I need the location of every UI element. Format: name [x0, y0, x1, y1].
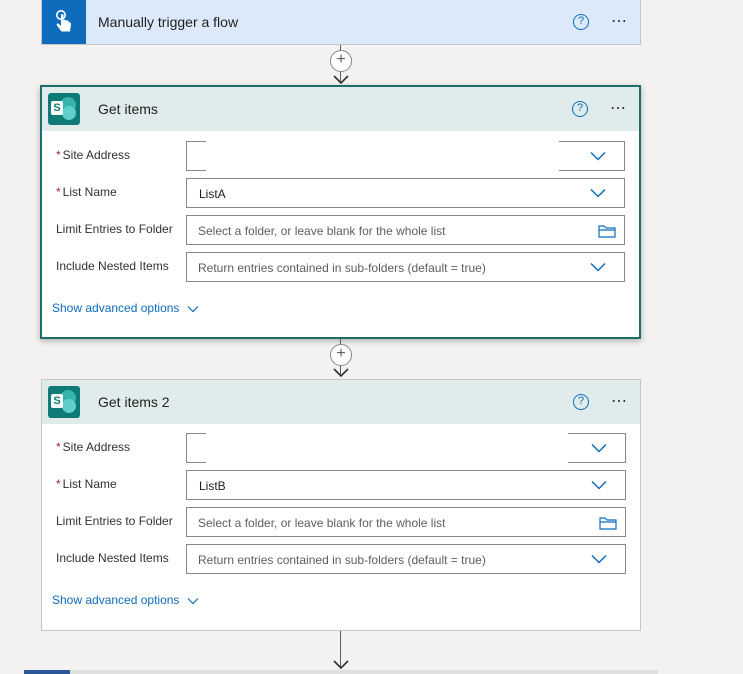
sharepoint-icon: S	[42, 87, 86, 131]
site-address-input[interactable]	[186, 433, 206, 463]
trigger-header[interactable]: Manually trigger a flow ? ⋯	[42, 0, 640, 44]
list-name-label: * List Name	[56, 185, 117, 199]
list-name-label: * List Name	[56, 477, 117, 491]
list-name-value: ListA	[199, 187, 226, 201]
limit-folder-placeholder: Select a folder, or leave blank for the …	[198, 516, 446, 530]
site-address-row: * Site Address	[42, 433, 640, 463]
chevron-down-icon[interactable]	[591, 480, 607, 490]
more-options-icon[interactable]: ⋯	[611, 13, 628, 29]
site-address-dropdown[interactable]	[568, 433, 626, 463]
touch-hand-icon	[42, 0, 86, 44]
step-title: Get items 2	[98, 394, 170, 410]
site-address-combobox[interactable]	[186, 141, 625, 171]
limit-folder-row: Limit Entries to Folder Select a folder,…	[42, 215, 639, 245]
get-items-header[interactable]: S Get items ? ⋯	[42, 87, 639, 131]
get-items-card[interactable]: S Get items ? ⋯ * Site Address * List Name…	[40, 85, 641, 339]
help-icon[interactable]: ?	[573, 13, 589, 30]
show-advanced-options-link[interactable]: Show advanced options	[52, 593, 199, 607]
chevron-down-icon[interactable]	[591, 554, 607, 564]
help-icon[interactable]: ?	[572, 101, 588, 117]
list-name-row: * List Name ListB	[42, 470, 640, 500]
nested-items-dropdown[interactable]: Return entries contained in sub-folders …	[186, 252, 625, 282]
nested-items-label: Include Nested Items	[56, 551, 169, 565]
folder-icon[interactable]	[598, 224, 616, 238]
arrow-down-icon	[333, 660, 349, 669]
arrow-down-icon	[333, 368, 349, 377]
list-name-dropdown[interactable]: ListB	[186, 470, 626, 500]
chevron-down-icon[interactable]	[591, 443, 607, 453]
site-address-dropdown[interactable]	[559, 141, 625, 171]
trigger-title: Manually trigger a flow	[98, 13, 239, 30]
more-options-icon[interactable]: ⋯	[610, 101, 627, 117]
get-items-2-header[interactable]: S Get items 2 ? ⋯	[42, 380, 640, 424]
nested-items-dropdown[interactable]: Return entries contained in sub-folders …	[186, 544, 626, 574]
limit-folder-input[interactable]: Select a folder, or leave blank for the …	[186, 507, 626, 537]
site-address-input[interactable]	[186, 141, 206, 171]
list-name-value: ListB	[199, 479, 226, 493]
list-name-row: * List Name ListA	[42, 178, 639, 208]
show-advanced-options-link[interactable]: Show advanced options	[52, 301, 199, 315]
nested-items-row: Include Nested Items Return entries cont…	[42, 544, 640, 574]
step-title: Get items	[98, 101, 158, 117]
insert-step-button[interactable]: +	[330, 344, 352, 366]
nested-items-label: Include Nested Items	[56, 259, 169, 273]
chevron-down-icon	[188, 597, 199, 605]
chevron-down-icon[interactable]	[590, 262, 606, 272]
limit-folder-input[interactable]: Select a folder, or leave blank for the …	[186, 215, 625, 245]
limit-folder-label: Limit Entries to Folder	[56, 514, 173, 528]
next-step-card-edge[interactable]	[24, 670, 658, 674]
site-address-row: * Site Address	[42, 141, 639, 171]
nested-items-placeholder: Return entries contained in sub-folders …	[198, 261, 486, 275]
nested-items-row: Include Nested Items Return entries cont…	[42, 252, 639, 282]
chevron-down-icon	[188, 305, 199, 313]
site-address-label: * Site Address	[56, 148, 131, 162]
insert-step-button[interactable]: +	[330, 50, 352, 72]
get-items-2-card[interactable]: S Get items 2 ? ⋯ * Site Address * List Na…	[41, 379, 641, 631]
limit-folder-row: Limit Entries to Folder Select a folder,…	[42, 507, 640, 537]
sharepoint-icon: S	[42, 380, 86, 424]
more-options-icon[interactable]: ⋯	[611, 394, 628, 410]
site-address-combobox[interactable]	[186, 433, 626, 463]
list-name-dropdown[interactable]: ListA	[186, 178, 625, 208]
site-address-label: * Site Address	[56, 440, 131, 454]
arrow-down-icon	[333, 75, 349, 84]
trigger-card[interactable]: Manually trigger a flow ? ⋯	[41, 0, 641, 45]
chevron-down-icon[interactable]	[590, 188, 606, 198]
chevron-down-icon[interactable]	[590, 151, 606, 161]
help-icon[interactable]: ?	[573, 394, 589, 410]
limit-folder-placeholder: Select a folder, or leave blank for the …	[198, 224, 446, 238]
limit-folder-label: Limit Entries to Folder	[56, 222, 173, 236]
nested-items-placeholder: Return entries contained in sub-folders …	[198, 553, 486, 567]
folder-icon[interactable]	[599, 516, 617, 530]
